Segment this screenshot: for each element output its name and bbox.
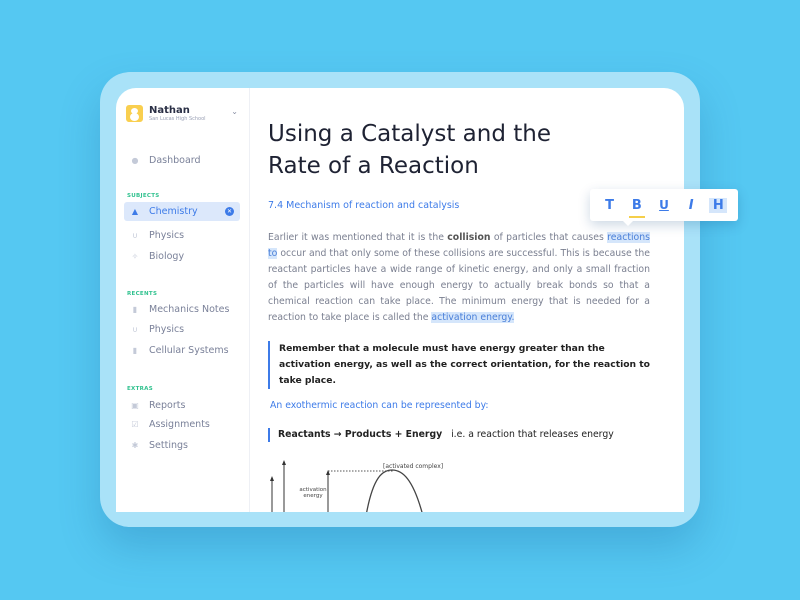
underline-button[interactable]: U	[655, 198, 673, 212]
highlight-button[interactable]: H	[709, 197, 728, 213]
text-button[interactable]: T	[601, 198, 619, 213]
user-name: Nathan	[149, 105, 190, 116]
subheading: An exothermic reaction can be represente…	[270, 400, 489, 411]
document-icon: ▮	[132, 346, 138, 355]
callout-quote: Remember that a molecule must have energ…	[268, 341, 658, 389]
sidebar-item-label: Mechanics Notes	[149, 304, 230, 315]
magnet-icon: ∪	[132, 231, 138, 240]
sidebar-item-label: Biology	[149, 251, 185, 262]
section-extras: EXTRAS	[127, 386, 154, 392]
italic-button[interactable]: I	[682, 198, 700, 213]
sidebar-item-assignments[interactable]: ☑ Assignments	[124, 415, 240, 434]
sidebar-item-label: Settings	[149, 440, 188, 451]
avatar	[126, 105, 143, 122]
equation-note: i.e. a reaction that releases energy	[442, 429, 614, 440]
arrow-head	[270, 476, 274, 481]
sidebar-item-physics[interactable]: ∪ Physics	[124, 226, 240, 245]
equation: Reactants → Products + Energy i.e. a rea…	[268, 428, 614, 442]
body-paragraph[interactable]: Earlier it was mentioned that it is the …	[268, 230, 650, 326]
sidebar-item-label: Physics	[149, 230, 185, 241]
bold-text: collision	[447, 232, 491, 243]
sidebar-item-reports[interactable]: ▣ Reports	[124, 396, 240, 415]
document-icon: ▮	[132, 305, 138, 314]
flask-icon: ▲	[131, 207, 139, 216]
complex-label: [activated complex]	[383, 463, 443, 470]
equation-text: Reactants → Products + Energy	[278, 429, 443, 440]
magnet-icon: ∪	[132, 325, 138, 334]
close-icon[interactable]: ✕	[225, 207, 234, 216]
dashboard-icon: ●	[131, 156, 139, 165]
axis-arrow	[282, 460, 286, 465]
sidebar-item-label: Cellular Systems	[149, 345, 229, 356]
molecule-icon: ✧	[131, 252, 139, 261]
text: of particles that causes	[490, 232, 608, 243]
section-subjects: SUBJECTS	[127, 193, 160, 199]
sidebar-item-chemistry[interactable]: ▲ Chemistry ✕	[124, 202, 240, 221]
bold-button[interactable]: B	[628, 198, 646, 218]
settings-icon: ✱	[131, 441, 139, 450]
app-window: Nathan San Lucas High School ⌄ ● Dashboar…	[116, 88, 684, 512]
sidebar-item-label: Physics	[149, 324, 185, 335]
format-toolbar: T B U I H	[590, 189, 738, 226]
section-heading: 7.4 Mechanism of reaction and catalysis	[268, 200, 460, 211]
sidebar-item-biology[interactable]: ✧ Biology	[124, 247, 240, 266]
recent-physics[interactable]: ∪ Physics	[124, 320, 240, 339]
recent-cellular-systems[interactable]: ▮ Cellular Systems	[124, 341, 240, 360]
sidebar-item-label: Dashboard	[149, 155, 201, 166]
chart-icon: ▣	[131, 401, 139, 410]
section-recents: RECENTS	[127, 291, 158, 297]
sidebar-item-dashboard[interactable]: ● Dashboard	[124, 151, 240, 170]
energy-curve	[366, 469, 423, 512]
highlighted-text[interactable]: activation energy.	[431, 312, 515, 323]
text: Earlier it was mentioned that it is the	[268, 232, 448, 243]
check-icon: ☑	[131, 420, 139, 429]
sidebar-item-label: Assignments	[149, 419, 210, 430]
energy-diagram: [activated complex] activation energy	[270, 460, 443, 512]
chevron-down-icon[interactable]: ⌄	[231, 107, 238, 116]
user-school: San Lucas High School	[149, 116, 206, 122]
sidebar-item-settings[interactable]: ✱ Settings	[124, 436, 240, 455]
recent-mechanics-notes[interactable]: ▮ Mechanics Notes	[124, 300, 240, 319]
sidebar-item-label: Reports	[149, 400, 186, 411]
sidebar-item-label: Chemistry	[149, 206, 198, 217]
user-menu[interactable]: Nathan San Lucas High School ⌄	[126, 105, 238, 122]
page-title: Using a Catalyst and the Rate of a React…	[268, 121, 552, 179]
sidebar: Nathan San Lucas High School ⌄ ● Dashboar…	[116, 88, 250, 512]
activation-label: energy	[303, 493, 323, 499]
